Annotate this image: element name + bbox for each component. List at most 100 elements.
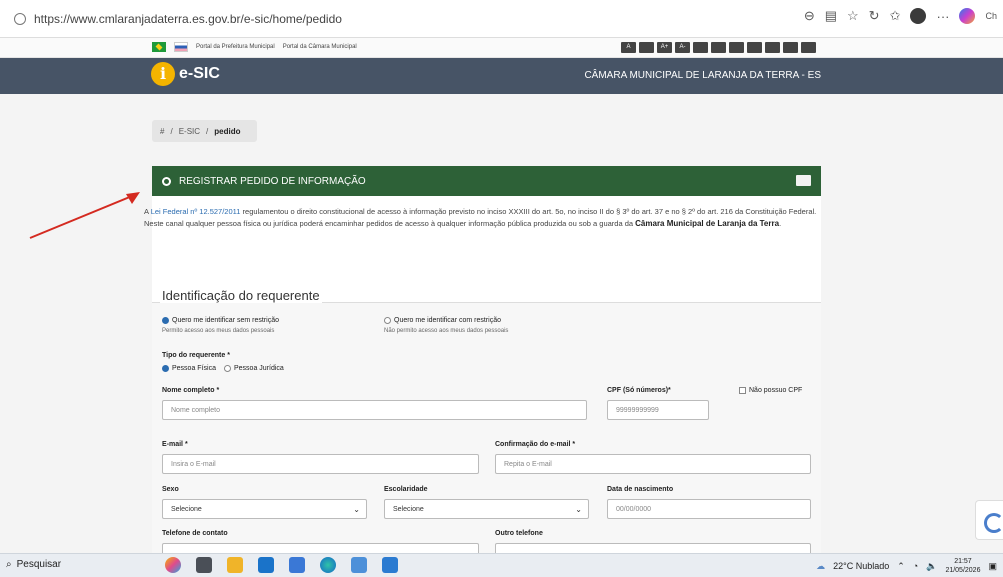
accessibility-button[interactable] [639, 42, 654, 53]
info-icon: i [151, 62, 175, 86]
breadcrumb: # / E-SIC / pedido [152, 120, 257, 142]
identify-restricted-sub: Não permito acesso aos meus dados pessoa… [384, 328, 509, 334]
accessibility-button[interactable] [729, 42, 744, 53]
print-icon[interactable] [796, 175, 811, 186]
more-icon[interactable]: ··· [936, 9, 949, 24]
zoom-icon[interactable]: ⊖ [804, 8, 815, 24]
esic-logo[interactable]: i e-SIC [151, 62, 220, 86]
radio-checked[interactable] [162, 317, 169, 324]
escolaridade-label: Escolaridade [384, 486, 428, 493]
nome-input[interactable]: Nome completo [162, 400, 587, 420]
sexo-select[interactable]: Selecione ⌄ [162, 499, 367, 519]
identify-open-radio[interactable]: Quero me identificar sem restrição [162, 317, 279, 324]
weather-text[interactable]: 22°C Nublado [833, 561, 889, 571]
email-input[interactable]: Insira o E-mail [162, 454, 479, 474]
chevron-down-icon: ⌄ [353, 504, 360, 514]
volume-icon[interactable]: 🔈 [926, 561, 937, 572]
brazil-flag-icon [152, 42, 166, 52]
nascimento-label: Data de nascimento [607, 486, 674, 493]
site-header: i e-SIC CÂMARA MUNICIPAL DE LARANJA DA T… [0, 58, 1003, 94]
copilot-app-icon[interactable] [165, 557, 181, 573]
accessibility-button[interactable] [783, 42, 798, 53]
refresh-icon[interactable]: ↻ [869, 8, 880, 24]
gov-links: Portal da Prefeitura Municipal Portal da… [152, 42, 357, 52]
accessibility-button[interactable]: A [621, 42, 636, 53]
address-bar[interactable]: https://www.cmlaranjadaterra.es.gov.br/e… [14, 8, 342, 30]
email-confirm-label: Confirmação do e-mail * [495, 441, 576, 448]
accessibility-button[interactable] [765, 42, 780, 53]
chevron-up-icon[interactable]: ⌃ [897, 561, 905, 572]
tipo-pf-radio[interactable]: Pessoa Física [162, 365, 216, 372]
sexo-label: Sexo [162, 486, 179, 493]
cpf-label: CPF (Só números)* [607, 387, 671, 394]
store-icon[interactable] [258, 557, 274, 573]
file-explorer-icon[interactable] [227, 557, 243, 573]
breadcrumb-esic[interactable]: E-SIC [179, 127, 200, 136]
app-icon[interactable] [382, 557, 398, 573]
accessibility-button[interactable] [693, 42, 708, 53]
nascimento-input[interactable]: 00/00/0000 [607, 499, 811, 519]
breadcrumb-current: pedido [214, 126, 241, 136]
task-view-icon[interactable] [196, 557, 212, 573]
logo-text: e-SIC [179, 65, 220, 82]
email-confirm-input[interactable]: Repita o E-mail [495, 454, 811, 474]
checkbox[interactable] [739, 387, 746, 394]
nome-label: Nome completo * [162, 387, 220, 394]
site-info-icon[interactable] [14, 13, 26, 25]
app-icon[interactable] [289, 557, 305, 573]
font-increase-button[interactable]: A+ [657, 42, 672, 53]
org-strong: Câmara Municipal de Laranja da Terra [635, 219, 780, 228]
identify-open-sub: Permito acesso aos meus dados pessoais [162, 328, 275, 334]
copilot-icon[interactable] [959, 8, 976, 24]
cpf-input[interactable]: 99999999999 [607, 400, 709, 420]
request-panel: REGISTRAR PEDIDO DE INFORMAÇÃO A Lei Fed… [144, 166, 821, 556]
reader-icon[interactable]: ▤ [825, 8, 837, 24]
chevron-down-icon: ⌄ [575, 504, 582, 514]
browser-toolbar: https://www.cmlaranjadaterra.es.gov.br/e… [0, 0, 1003, 38]
prefeitura-link[interactable]: Portal da Prefeitura Municipal [196, 44, 275, 50]
home-icon[interactable]: # [160, 127, 164, 136]
no-cpf-checkbox[interactable]: Não possuo CPF [739, 387, 802, 394]
taskbar: ⌕ Pesquisar ☁ 22°C Nublado ⌃ ◔ 🔈 21:57 2… [0, 553, 1003, 577]
edge-icon[interactable] [320, 557, 336, 573]
identify-restricted-radio[interactable]: Quero me identificar com restrição [384, 317, 501, 324]
recaptcha-badge[interactable] [975, 500, 1003, 540]
taskbar-search[interactable]: ⌕ Pesquisar [6, 559, 61, 570]
notification-icon[interactable]: ▣ [988, 561, 997, 572]
gov-bar: Portal da Prefeitura Municipal Portal da… [0, 38, 1003, 58]
accessibility-button[interactable] [711, 42, 726, 53]
star-icon[interactable]: ☆ [847, 8, 859, 24]
tipo-pj-radio[interactable]: Pessoa Jurídica [224, 365, 284, 372]
browser-actions: ⊖ ▤ ☆ ↻ ✩ ··· Ch [804, 8, 997, 24]
section-title: Identificação do requerente [160, 288, 322, 303]
app-icon[interactable] [351, 557, 367, 573]
org-name: CÂMARA MUNICIPAL DE LARANJA DA TERRA - E… [584, 70, 821, 81]
accessibility-button[interactable] [747, 42, 762, 53]
panel-intro: A Lei Federal nº 12.527/2011 regulamento… [144, 207, 817, 228]
record-icon [162, 176, 171, 186]
camara-link[interactable]: Portal da Câmara Municipal [283, 44, 357, 50]
search-icon: ⌕ [6, 559, 12, 570]
favorites-icon[interactable]: ✩ [890, 8, 901, 24]
profile-label[interactable]: Ch [985, 11, 997, 21]
radio-unchecked[interactable] [224, 365, 231, 372]
cloud-icon: ☁ [816, 560, 826, 571]
state-flag-icon [174, 42, 188, 52]
profile-avatar[interactable] [910, 8, 927, 24]
panel-header: REGISTRAR PEDIDO DE INFORMAÇÃO [152, 166, 821, 196]
radio-checked[interactable] [162, 365, 169, 372]
annotation-arrow [29, 192, 140, 239]
radio-unchecked[interactable] [384, 317, 391, 324]
outro-tel-label: Outro telefone [495, 530, 543, 537]
network-icon[interactable]: ◔ [913, 561, 918, 571]
escolaridade-select[interactable]: Selecione ⌄ [384, 499, 589, 519]
url-text[interactable]: https://www.cmlaranjadaterra.es.gov.br/e… [34, 12, 342, 26]
email-label: E-mail * [162, 441, 188, 448]
panel-title: REGISTRAR PEDIDO DE INFORMAÇÃO [179, 175, 366, 187]
system-tray: ☁ 22°C Nublado ⌃ ◔ 🔈 21:57 21/05/2026 ▣ [816, 557, 997, 575]
law-link[interactable]: Lei Federal nº 12.527/2011 [151, 207, 241, 216]
accessibility-bar: A A+ A- [621, 42, 816, 53]
clock[interactable]: 21:57 21/05/2026 [945, 557, 980, 575]
accessibility-button[interactable] [801, 42, 816, 53]
font-decrease-button[interactable]: A- [675, 42, 690, 53]
